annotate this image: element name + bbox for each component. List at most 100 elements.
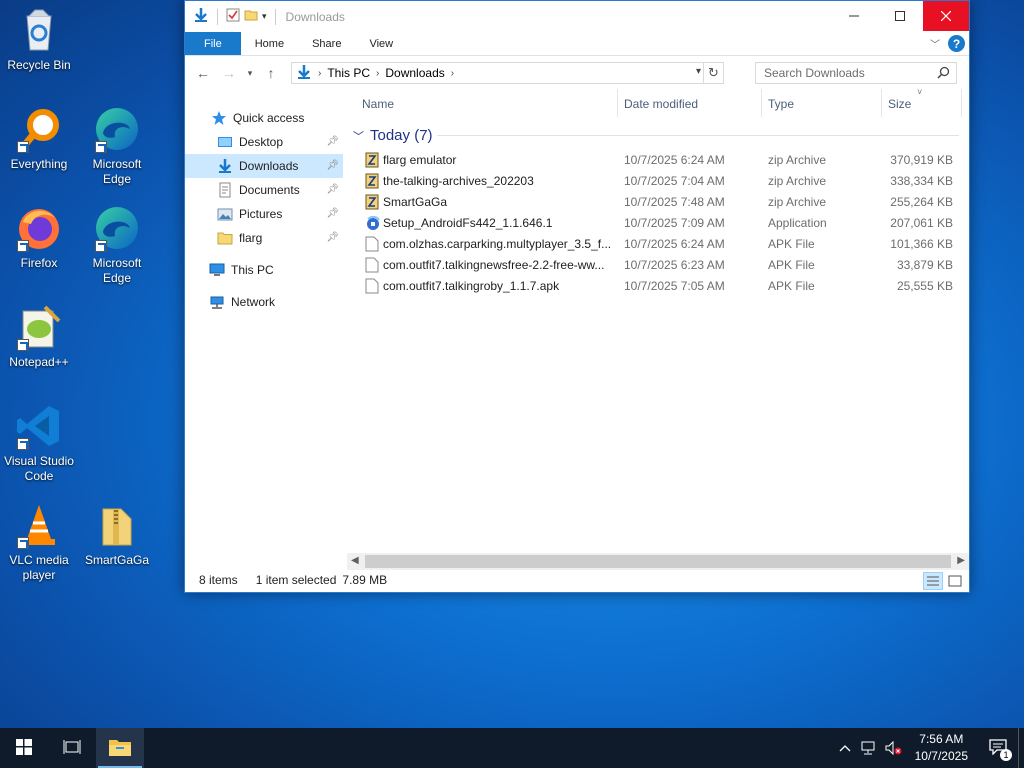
breadcrumb-downloads[interactable]: Downloads (385, 66, 444, 80)
help-icon[interactable]: ? (948, 35, 965, 52)
desktop-icon-notepadpp[interactable]: Notepad++ (0, 303, 78, 370)
breadcrumb-chevron-icon[interactable]: › (451, 68, 454, 79)
new-folder-icon[interactable] (244, 8, 258, 25)
title-bar[interactable]: ▾ Downloads (185, 1, 969, 32)
file-size: 255,264 KB (890, 195, 953, 209)
column-date-modified[interactable]: Date modified (624, 97, 698, 111)
tab-file[interactable]: File (185, 32, 241, 55)
show-desktop-button[interactable] (1018, 728, 1024, 768)
file-date: 10/7/2025 6:24 AM (624, 153, 725, 167)
start-button[interactable] (0, 728, 48, 768)
desktop-icon-label: SmartGaGa (84, 553, 150, 567)
scroll-left-arrow-icon[interactable]: ◀ (351, 555, 359, 566)
desktop-icon-smartgaga[interactable]: SmartGaGa (78, 501, 156, 568)
forward-button[interactable]: → (217, 61, 241, 85)
shortcut-arrow-icon (17, 339, 29, 351)
status-bar: 8 items 1 item selected 7.89 MB (185, 568, 969, 592)
desktop-icon-label: Visual Studio Code (4, 454, 74, 483)
downloads-title-icon (193, 7, 209, 26)
pin-icon[interactable]: 📌︎ (326, 136, 339, 147)
collapse-chevron-icon[interactable]: ﹀ (353, 128, 364, 144)
nav-desktop[interactable]: Desktop 📌︎ (185, 130, 343, 154)
column-type[interactable]: Type (768, 97, 794, 111)
show-hidden-icons-chevron-icon[interactable] (833, 728, 857, 768)
breadcrumb-chevron-icon[interactable]: › (318, 68, 321, 79)
installer-icon (365, 215, 380, 231)
nav-documents[interactable]: Documents 📌︎ (185, 178, 343, 202)
nav-network[interactable]: Network (185, 290, 343, 314)
nav-label: Documents (239, 183, 300, 197)
volume-muted-icon[interactable] (881, 728, 905, 768)
pin-icon[interactable]: 📌︎ (326, 208, 339, 219)
system-tray: 7:56 AM 10/7/2025 1 (833, 728, 1024, 768)
taskbar: 7:56 AM 10/7/2025 1 (0, 728, 1024, 768)
refresh-icon[interactable]: ↻ (703, 63, 723, 83)
zip-folder-icon (93, 501, 141, 549)
group-header-today[interactable]: ﹀ Today (7) (353, 127, 433, 144)
large-icons-view-button[interactable] (945, 572, 965, 590)
table-row[interactable]: the-talking-archives_202203 10/7/2025 7:… (347, 171, 969, 192)
back-button[interactable]: ← (191, 61, 215, 85)
file-explorer-window: ▾ Downloads File Home Share View ﹀ ? ← →… (184, 0, 970, 593)
clock-time: 7:56 AM (919, 732, 964, 746)
breadcrumb-this-pc[interactable]: This PC (327, 66, 370, 80)
desktop-icon-label: Firefox (20, 256, 58, 270)
nav-downloads[interactable]: Downloads 📌︎ (185, 154, 343, 178)
table-row[interactable]: SmartGaGa 10/7/2025 7:48 AM zip Archive … (347, 192, 969, 213)
desktop-icon-edge-2[interactable]: Microsoft Edge (78, 204, 156, 286)
file-date: 10/7/2025 6:23 AM (624, 258, 725, 272)
table-row[interactable]: com.outfit7.talkingnewsfree-2.2-free-ww.… (347, 255, 969, 276)
details-view-button[interactable] (923, 572, 943, 590)
pin-icon[interactable]: 📌︎ (326, 232, 339, 243)
desktop-icon-firefox[interactable]: Firefox (0, 204, 78, 271)
desktop-icon-everything[interactable]: Everything (0, 105, 78, 172)
customize-qat-chevron-icon[interactable]: ▾ (262, 11, 267, 22)
table-row[interactable]: flarg emulator 10/7/2025 6:24 AM zip Arc… (347, 150, 969, 171)
breadcrumb-chevron-icon[interactable]: › (376, 68, 379, 79)
tab-home[interactable]: Home (241, 32, 298, 55)
clock[interactable]: 7:56 AM 10/7/2025 (905, 731, 978, 765)
search-input[interactable]: Search Downloads (764, 66, 865, 80)
column-name[interactable]: Name (362, 97, 394, 111)
nav-label: This PC (231, 263, 274, 277)
scroll-right-arrow-icon[interactable]: ▶ (957, 555, 965, 566)
maximize-button[interactable] (877, 1, 923, 31)
sort-chevron-icon: ˅ (917, 87, 923, 97)
downloads-location-icon (296, 64, 312, 83)
column-size[interactable]: Size (888, 97, 911, 111)
file-type: Application (768, 216, 827, 230)
network-tray-icon[interactable] (857, 728, 881, 768)
table-row[interactable]: com.olzhas.carparking.multyplayer_3.5_f.… (347, 234, 969, 255)
pin-icon[interactable]: 📌︎ (326, 184, 339, 195)
desktop-icon-label: VLC media player (9, 553, 69, 582)
expand-ribbon-chevron-icon[interactable]: ﹀ (930, 36, 940, 51)
minimize-button[interactable] (831, 1, 877, 31)
documents-icon (217, 182, 233, 198)
address-dropdown-chevron-icon[interactable]: ▾ (696, 66, 701, 77)
close-button[interactable] (923, 1, 969, 31)
task-view-button[interactable] (48, 728, 96, 768)
vlc-icon (15, 501, 63, 549)
tab-share[interactable]: Share (298, 32, 355, 55)
file-type: zip Archive (768, 174, 827, 188)
taskbar-file-explorer[interactable] (96, 728, 144, 768)
notifications-button[interactable]: 1 (978, 728, 1018, 768)
pin-icon[interactable]: 📌︎ (326, 160, 339, 171)
address-bar[interactable]: › This PC › Downloads › ▾ ↻ (291, 62, 724, 84)
desktop-icon-vscode[interactable]: Visual Studio Code (0, 402, 78, 484)
nav-flarg[interactable]: flarg 📌︎ (185, 226, 343, 250)
nav-quick-access[interactable]: Quick access (185, 106, 343, 130)
nav-pictures[interactable]: Pictures 📌︎ (185, 202, 343, 226)
search-box[interactable]: Search Downloads (755, 62, 957, 84)
properties-icon[interactable] (226, 8, 240, 25)
desktop-icon-vlc[interactable]: VLC media player (0, 501, 78, 583)
tab-view[interactable]: View (355, 32, 407, 55)
recent-locations-chevron-icon[interactable]: ▾ (243, 61, 257, 85)
scrollbar-thumb[interactable] (365, 555, 951, 568)
desktop-icon-edge[interactable]: Microsoft Edge (78, 105, 156, 187)
nav-this-pc[interactable]: This PC (185, 258, 343, 282)
table-row[interactable]: com.outfit7.talkingroby_1.1.7.apk 10/7/2… (347, 276, 969, 297)
up-button[interactable]: ↑ (259, 61, 283, 85)
desktop-icon-recycle-bin[interactable]: Recycle Bin (0, 6, 78, 73)
table-row[interactable]: Setup_AndroidFs442_1.1.646.1 10/7/2025 7… (347, 213, 969, 234)
